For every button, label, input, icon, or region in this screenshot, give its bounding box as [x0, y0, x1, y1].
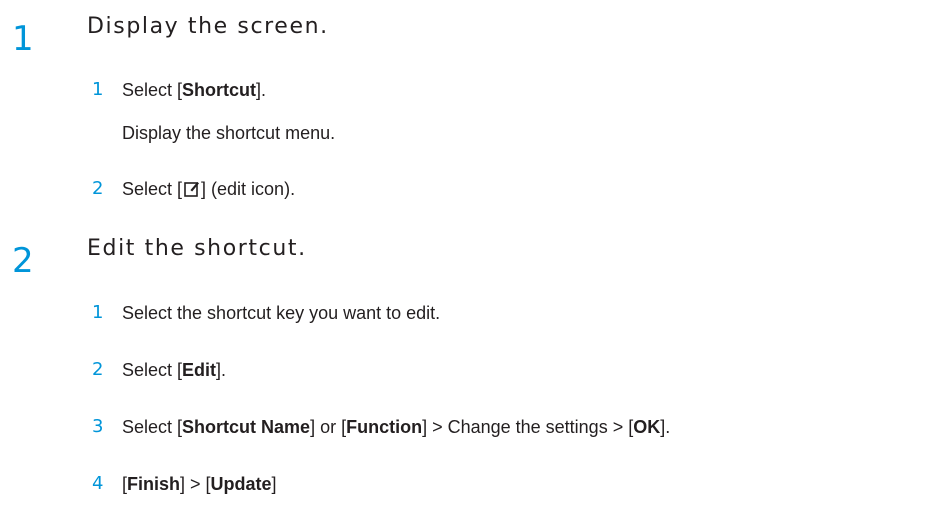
step-2-item-4-bold-2: Update: [210, 474, 272, 494]
step-1-item-2-prefix: Select [: [122, 179, 183, 199]
step-2-item-1-number: 1: [92, 302, 104, 323]
step-2-item-3-mid-2: ] > Change the settings > [: [422, 417, 634, 437]
step-2-item-4-suffix: ]: [271, 474, 277, 494]
step-2-item-2-number: 2: [92, 359, 104, 380]
step-2-item-2-text: Select [Edit].: [122, 359, 226, 381]
step-2-item-3-suffix: ].: [660, 417, 671, 437]
edit-icon: [184, 181, 200, 197]
step-2-item-3-bold-1: Shortcut Name: [182, 417, 311, 437]
step-2-item-3-bold-2: Function: [346, 417, 423, 437]
step-2-item-4-bold-1: Finish: [127, 474, 181, 494]
step-1-item-2-number: 2: [92, 178, 104, 199]
step-2-item-1-text: Select the shortcut key you want to edit…: [122, 303, 441, 323]
step-1-number: 1: [12, 19, 34, 59]
step-1-item-1-bold: Shortcut: [182, 80, 257, 100]
step-1-note: Display the shortcut menu.: [122, 123, 336, 143]
step-1-item-1-prefix: Select [: [122, 80, 183, 100]
step-1-item-1-number: 1: [92, 79, 104, 100]
step-2-item-3-mid-1: ] or [: [310, 417, 347, 437]
step-1-item-1-suffix: ].: [256, 80, 267, 100]
step-1-title: Display the screen.: [87, 14, 329, 39]
step-2-item-3-text: Select [Shortcut Name] or [Function] > C…: [122, 416, 670, 438]
step-2-item-3-bold-3: OK: [633, 417, 661, 437]
step-1-item-1-text: Select [Shortcut].: [122, 79, 266, 101]
step-1-item-2-suffix: ] (edit icon).: [201, 179, 296, 199]
step-2-item-3-number: 3: [92, 416, 104, 437]
step-2-item-2-bold: Edit: [182, 360, 217, 380]
step-2-item-2-prefix: Select [: [122, 360, 183, 380]
step-2-item-4-mid-1: ] > [: [180, 474, 211, 494]
step-2-item-2-suffix: ].: [216, 360, 227, 380]
step-2-title: Edit the shortcut.: [87, 236, 307, 261]
step-2-item-4-number: 4: [92, 473, 104, 494]
step-2-number: 2: [12, 241, 34, 281]
step-2-item-4-text: [Finish] > [Update]: [122, 473, 277, 495]
step-2-item-3-prefix: Select [: [122, 417, 183, 437]
step-1-item-2-text: Select [ ] (edit icon).: [122, 178, 295, 200]
